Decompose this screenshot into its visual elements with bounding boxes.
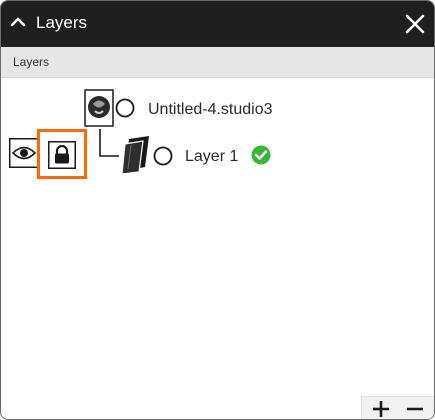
- plus-icon[interactable]: [366, 397, 396, 419]
- selection-circle-icon[interactable]: [115, 98, 135, 118]
- layers-panel: Layers Layers Untitled-4.studio3 Layer 1: [0, 0, 435, 420]
- layer-name: Layer 1: [185, 148, 239, 165]
- eye-icon[interactable]: [9, 138, 39, 168]
- panel-footer: [361, 396, 434, 419]
- tree-connector: [99, 129, 119, 157]
- minus-icon[interactable]: [400, 397, 430, 419]
- close-icon[interactable]: [402, 11, 428, 37]
- layer-row-document[interactable]: Untitled-4.studio3: [1, 87, 434, 129]
- layer-row-layer-1[interactable]: Layer 1: [1, 129, 434, 179]
- selection-circle-icon[interactable]: [153, 146, 173, 166]
- check-circle-icon: [251, 145, 271, 165]
- layer-name: Untitled-4.studio3: [148, 101, 273, 118]
- subheader-label: Layers: [13, 55, 50, 69]
- layer-stack-icon: [121, 136, 149, 175]
- document-icon: [84, 89, 114, 127]
- panel-title: Layers: [36, 13, 88, 32]
- chevron-up-icon[interactable]: [9, 13, 27, 31]
- panel-titlebar: Layers: [1, 1, 434, 47]
- layers-subheader: Layers: [1, 47, 434, 78]
- lock-icon[interactable]: [48, 141, 76, 169]
